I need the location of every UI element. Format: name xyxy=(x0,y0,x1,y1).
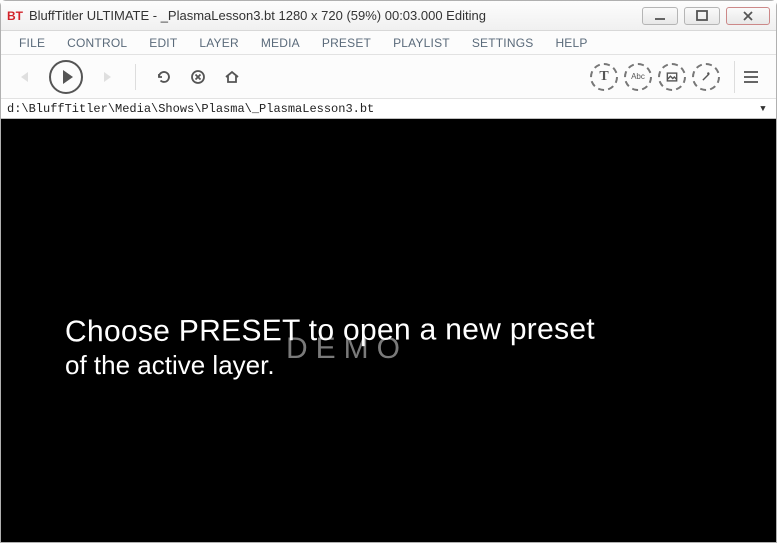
stop-button[interactable] xyxy=(184,63,212,91)
add-abc-layer-button[interactable]: Abc xyxy=(624,63,652,91)
menu-help[interactable]: HELP xyxy=(545,33,597,53)
menu-edit[interactable]: EDIT xyxy=(139,33,187,53)
toolbar-separator xyxy=(135,64,136,90)
abc-icon: Abc xyxy=(631,72,645,81)
preview-text: Choose PRESET to open a new preset of th… xyxy=(65,314,595,381)
triangle-left-icon xyxy=(16,68,34,86)
menu-preset[interactable]: PRESET xyxy=(312,33,381,53)
menu-playlist[interactable]: PLAYLIST xyxy=(383,33,460,53)
menu-settings[interactable]: SETTINGS xyxy=(462,33,544,53)
menu-bar: FILE CONTROL EDIT LAYER MEDIA PRESET PLA… xyxy=(1,31,776,55)
prev-frame-button[interactable] xyxy=(11,63,39,91)
add-picture-layer-button[interactable] xyxy=(658,63,686,91)
preview-text-line1: Choose PRESET to open a new preset xyxy=(65,313,595,350)
play-icon xyxy=(63,70,73,84)
preview-text-line2: of the active layer. xyxy=(65,350,595,381)
refresh-icon xyxy=(155,68,173,86)
path-bar: d:\BluffTitler\Media\Shows\Plasma\_Plasm… xyxy=(1,99,776,119)
chevron-down-icon: ▼ xyxy=(760,104,765,114)
close-icon xyxy=(739,7,757,25)
menu-layer[interactable]: LAYER xyxy=(189,33,248,53)
minimize-button[interactable] xyxy=(642,7,678,25)
home-icon xyxy=(223,68,241,86)
triangle-right-icon xyxy=(98,68,116,86)
home-button[interactable] xyxy=(218,63,246,91)
maximize-button[interactable] xyxy=(684,7,720,25)
play-button[interactable] xyxy=(49,60,83,94)
toolbar: T Abc xyxy=(1,55,776,99)
file-path: d:\BluffTitler\Media\Shows\Plasma\_Plasm… xyxy=(7,102,756,116)
circle-x-icon xyxy=(189,68,207,86)
next-frame-button[interactable] xyxy=(93,63,121,91)
preview-viewport[interactable]: DEMO Choose PRESET to open a new preset … xyxy=(1,119,776,542)
text-t-icon: T xyxy=(599,69,608,85)
minimize-icon xyxy=(651,7,669,25)
maximize-icon xyxy=(693,7,711,25)
wand-icon xyxy=(699,70,713,84)
app-icon: BT xyxy=(7,8,23,24)
more-menu-button[interactable] xyxy=(734,61,766,93)
menu-control[interactable]: CONTROL xyxy=(57,33,137,53)
close-button[interactable] xyxy=(726,7,770,25)
refresh-button[interactable] xyxy=(150,63,178,91)
menu-file[interactable]: FILE xyxy=(9,33,55,53)
window-title: BluffTitler ULTIMATE - _PlasmaLesson3.bt… xyxy=(29,8,642,23)
picture-icon xyxy=(665,70,679,84)
add-effect-layer-button[interactable] xyxy=(692,63,720,91)
title-bar: BT BluffTitler ULTIMATE - _PlasmaLesson3… xyxy=(1,1,776,31)
add-text-layer-button[interactable]: T xyxy=(590,63,618,91)
menu-media[interactable]: MEDIA xyxy=(251,33,310,53)
hamburger-icon xyxy=(744,71,758,73)
path-dropdown-button[interactable]: ▼ xyxy=(756,104,770,114)
